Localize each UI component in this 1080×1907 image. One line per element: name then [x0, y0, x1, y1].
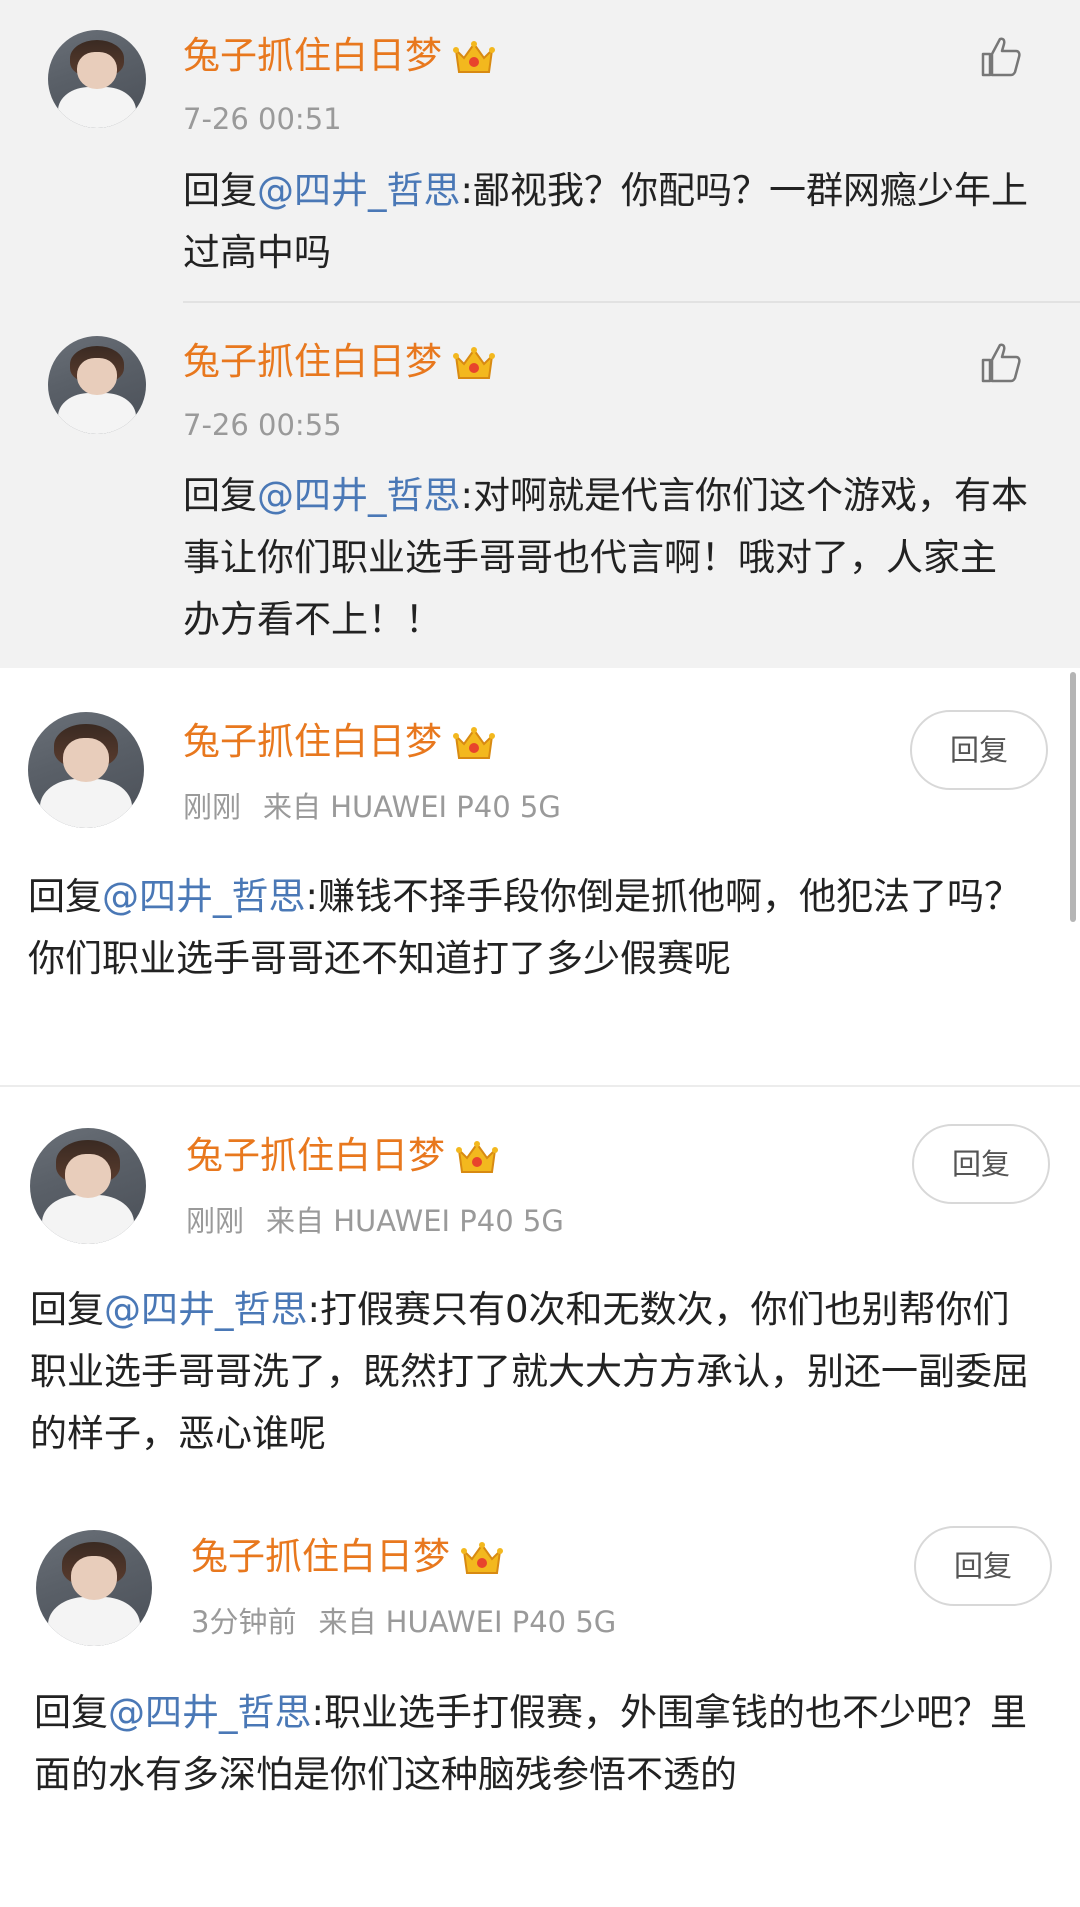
crown-badge-icon	[452, 344, 496, 384]
comment-meta: 刚刚 来自 HUAWEI P40 5G	[186, 1204, 564, 1238]
like-icon[interactable]	[978, 340, 1024, 386]
mention-link[interactable]: @四井_哲思	[104, 1288, 308, 1331]
user-avatar[interactable]	[30, 1128, 146, 1244]
reply-button[interactable]: 回复	[910, 710, 1048, 790]
crown-badge-icon	[460, 1539, 504, 1579]
comment-text: 回复@四井_哲思:赚钱不择手段你倒是抓他啊，他犯法了吗？你们职业选手哥哥还不知道…	[28, 875, 1021, 980]
reply-button[interactable]: 回复	[914, 1526, 1052, 1606]
comment-time: 7-26 00:55	[183, 408, 342, 442]
like-icon[interactable]	[978, 34, 1024, 80]
comment-text: 回复@四井_哲思:职业选手打假赛，外围拿钱的也不少吧？里面的水有多深怕是你们这种…	[34, 1691, 1027, 1796]
comment-source: 来自 HUAWEI P40 5G	[266, 1204, 564, 1238]
mention-link[interactable]: @四井_哲思	[108, 1691, 312, 1734]
mention-link[interactable]: @四井_哲思	[102, 875, 306, 918]
user-avatar[interactable]	[48, 336, 146, 434]
divider	[0, 1085, 1080, 1087]
comment-text: 回复@四井_哲思:打假赛只有0次和无数次，你们也别帮你们职业选手哥哥洗了，既然打…	[30, 1288, 1029, 1455]
comment-source: 来自 HUAWEI P40 5G	[318, 1605, 617, 1639]
comment-time: 3分钟前	[191, 1605, 297, 1639]
mention-link[interactable]: @四井_哲思	[257, 474, 461, 517]
crown-badge-icon	[455, 1138, 499, 1178]
comment-time: 7-26 00:51	[183, 102, 342, 136]
crown-badge-icon	[452, 38, 496, 78]
divider	[183, 301, 1080, 303]
comment-source: 来自 HUAWEI P40 5G	[263, 790, 561, 824]
comment-meta: 3分钟前 来自 HUAWEI P40 5G	[191, 1605, 616, 1639]
username[interactable]: 兔子抓住白日梦	[186, 1134, 499, 1178]
comment-text: 回复@四井_哲思:鄙视我？你配吗？一群网瘾少年上过高中吗	[183, 169, 1028, 274]
user-avatar[interactable]	[48, 30, 146, 128]
username[interactable]: 兔子抓住白日梦	[191, 1535, 504, 1579]
comment-text: 回复@四井_哲思:对啊就是代言你们这个游戏，有本事让你们职业选手哥哥也代言啊！哦…	[183, 474, 1028, 641]
user-avatar[interactable]	[36, 1530, 152, 1646]
user-avatar[interactable]	[28, 712, 144, 828]
username[interactable]: 兔子抓住白日梦	[183, 34, 496, 78]
username[interactable]: 兔子抓住白日梦	[183, 720, 496, 764]
scrollbar[interactable]	[1070, 672, 1076, 922]
mention-link[interactable]: @四井_哲思	[257, 169, 461, 212]
reply-button[interactable]: 回复	[912, 1124, 1050, 1204]
username[interactable]: 兔子抓住白日梦	[183, 340, 496, 384]
crown-badge-icon	[452, 724, 496, 764]
comment-time: 刚刚	[183, 790, 242, 824]
comment-meta: 刚刚 来自 HUAWEI P40 5G	[183, 790, 561, 824]
comment-time: 刚刚	[186, 1204, 245, 1238]
